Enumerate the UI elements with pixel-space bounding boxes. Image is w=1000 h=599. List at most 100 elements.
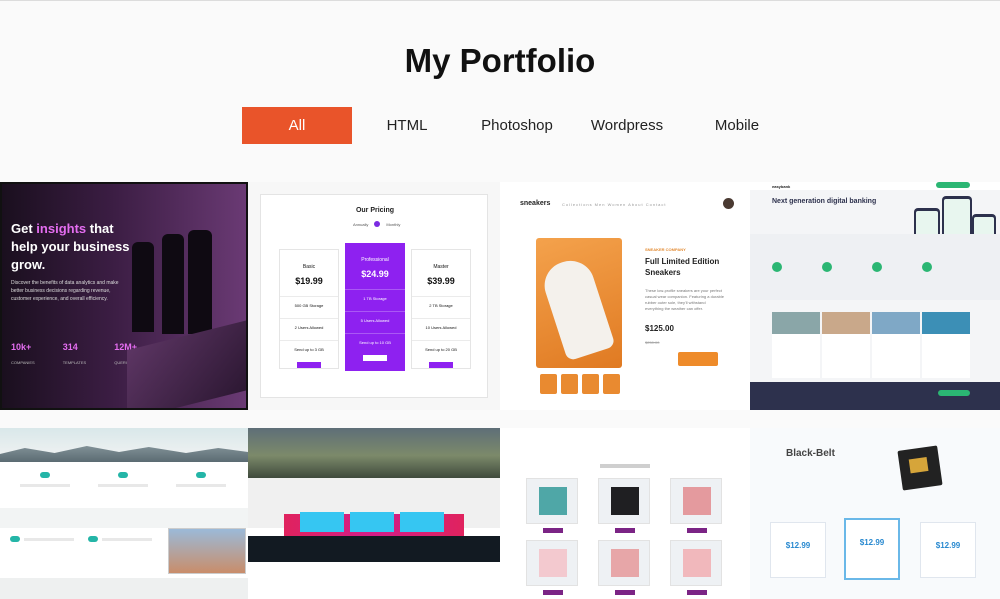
- feature-icon: [40, 472, 50, 478]
- portfolio-item-sneakers[interactable]: sneakers Collections Men Women About Con…: [500, 182, 750, 410]
- price-card: $12.99: [920, 522, 976, 578]
- course-heading: Black-Belt: [786, 448, 835, 459]
- thumbnail: [540, 374, 557, 394]
- filter-photoshop-button[interactable]: Photoshop: [462, 107, 572, 144]
- feature-icon: [922, 262, 932, 272]
- device-mockup: [400, 512, 444, 532]
- text-line: [176, 484, 226, 487]
- learn-more-button[interactable]: [429, 362, 453, 368]
- product-card: [526, 540, 578, 595]
- people-silhouette: [188, 230, 212, 334]
- filter-mobile-button[interactable]: Mobile: [682, 107, 792, 144]
- price-card: $12.99: [770, 522, 826, 578]
- banking-logo: easybank: [772, 184, 791, 189]
- footer-button[interactable]: [938, 390, 970, 396]
- product-card: [670, 540, 722, 595]
- banking-heading: Next generation digital banking: [772, 198, 877, 205]
- product-image: [536, 238, 622, 368]
- portfolio-item-pricing[interactable]: Our Pricing Annually Monthly Basic $19.99…: [248, 182, 500, 410]
- portfolio-grid: Get insights that help your business gro…: [0, 182, 1000, 599]
- content-band: [0, 578, 248, 599]
- feature-icon: [10, 536, 20, 542]
- sneakers-nav: Collections Men Women About Contact: [562, 202, 667, 207]
- feature-icon: [772, 262, 782, 272]
- article-card: [822, 312, 870, 378]
- landscape-image: [248, 428, 500, 478]
- people-silhouette: [162, 234, 184, 334]
- text-line: [24, 538, 74, 541]
- feature-icon: [822, 262, 832, 272]
- product-card: [670, 478, 722, 533]
- text-line: [102, 538, 152, 541]
- thumbnail: [603, 374, 620, 394]
- plan-basic: Basic $19.99 500 GB Storage 2 Users Allo…: [279, 249, 339, 369]
- trendy-heading: [600, 464, 650, 468]
- product-card: [526, 478, 578, 533]
- feature-icon: [196, 472, 206, 478]
- title-bold: Portfolio: [459, 42, 596, 79]
- title-light: My: [404, 42, 451, 79]
- content-band: [0, 508, 248, 528]
- product-name: Full Limited Edition Sneakers: [645, 257, 720, 277]
- buy-button[interactable]: [543, 528, 563, 533]
- old-price: $250.00: [645, 340, 660, 345]
- sneakers-logo: sneakers: [520, 200, 551, 207]
- product-thumbnails: [540, 374, 620, 394]
- analytics-stats: 10k+ COMPANIES 314 TEMPLATES 12M+ QUERIES: [11, 342, 137, 365]
- filter-bar: All HTML Photoshop Wordpress Mobile: [242, 107, 792, 144]
- buy-button[interactable]: [615, 528, 635, 533]
- thumbnail: [582, 374, 599, 394]
- learn-more-button[interactable]: [363, 355, 387, 361]
- stat-item: 10k+ COMPANIES: [11, 342, 35, 365]
- article-card: [872, 312, 920, 378]
- price-card: $12.99: [844, 518, 900, 580]
- text-line: [20, 484, 70, 487]
- feature-icon: [88, 536, 98, 542]
- analytics-body: Discover the benefits of data analytics …: [11, 280, 119, 302]
- pricing-title: Our Pricing: [355, 207, 395, 214]
- banking-footer: [750, 382, 1000, 410]
- toggle-knob: [374, 221, 381, 227]
- top-divider: [0, 0, 1000, 1]
- product-description: These low-profile sneakers are your perf…: [645, 288, 724, 311]
- preview-thumbnail: [168, 528, 246, 574]
- company-label: SNEAKER COMPANY: [645, 247, 686, 252]
- learn-more-button[interactable]: [297, 362, 321, 368]
- buy-button[interactable]: [687, 528, 707, 533]
- filter-all-button[interactable]: All: [242, 107, 352, 144]
- portfolio-item-banking[interactable]: easybank Next generation digital banking: [750, 182, 1000, 410]
- product-price: $125.00: [645, 324, 674, 333]
- article-card: [922, 312, 970, 378]
- avatar: [723, 198, 734, 209]
- plan-master: Master $39.99 2 TB Storage 10 Users Allo…: [411, 249, 471, 369]
- add-to-cart-button[interactable]: [678, 352, 718, 366]
- device-mockup: [350, 512, 394, 532]
- request-invite-button[interactable]: [936, 182, 970, 188]
- product-card: [598, 478, 650, 533]
- product-card: [598, 540, 650, 595]
- portfolio-item-analytics[interactable]: Get insights that help your business gro…: [0, 182, 248, 410]
- buy-button[interactable]: [615, 590, 635, 595]
- portfolio-item-shop[interactable]: [500, 428, 750, 599]
- page-title: My Portfolio: [0, 42, 1000, 80]
- stat-item: 314 TEMPLATES: [62, 342, 87, 365]
- buy-button[interactable]: [687, 590, 707, 595]
- filter-html-button[interactable]: HTML: [352, 107, 462, 144]
- analytics-heading: Get insights that help your business gro…: [11, 221, 130, 272]
- feature-icon: [872, 262, 882, 272]
- thumbnail: [561, 374, 578, 394]
- feature-icon: [118, 472, 128, 478]
- text-line: [98, 484, 148, 487]
- filter-wordpress-button[interactable]: Wordpress: [572, 107, 682, 144]
- shoe-image: [538, 254, 616, 362]
- portfolio-item-course[interactable]: Black-Belt $12.99 $12.99 $12.99: [750, 428, 1000, 599]
- pricing-toggle: Annually Monthly: [353, 221, 401, 227]
- buy-button[interactable]: [543, 590, 563, 595]
- dark-band: [248, 536, 500, 562]
- article-card: [772, 312, 820, 378]
- device-mockup: [300, 512, 344, 532]
- pricing-card: Our Pricing Annually Monthly Basic $19.99…: [260, 194, 488, 398]
- portfolio-item-showcase[interactable]: [248, 428, 500, 599]
- product-box-image: [897, 445, 943, 491]
- people-silhouette: [132, 242, 154, 332]
